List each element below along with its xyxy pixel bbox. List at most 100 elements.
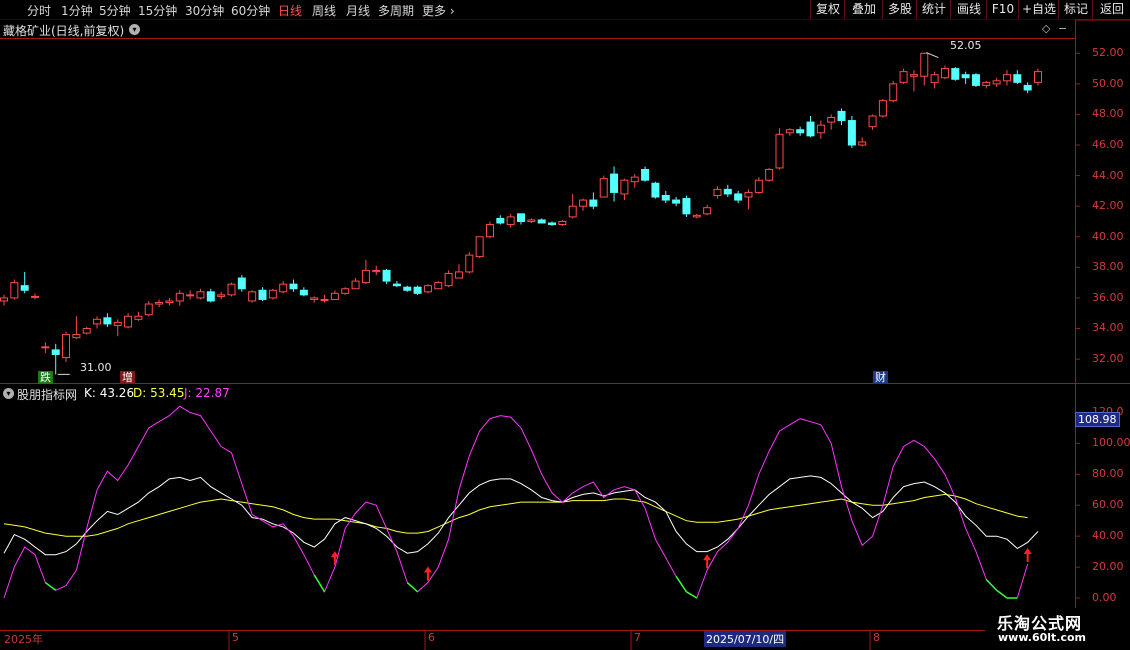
indicator-k-value: K: 43.26 (84, 386, 135, 400)
candle (1013, 70, 1022, 84)
indicator-current-value-box: 108.98 (1075, 412, 1120, 427)
marker-zeng[interactable]: 增 (120, 371, 135, 384)
candle (589, 192, 598, 210)
date-axis-label: 2025年 (4, 633, 43, 646)
candle (837, 108, 846, 126)
candle (475, 236, 484, 259)
pane-diamond-icon[interactable]: ◇ (1042, 22, 1050, 35)
candle (289, 279, 298, 292)
low-price-label: 31.00 (80, 361, 112, 374)
candle (548, 221, 557, 227)
candle (196, 288, 205, 300)
candle (10, 279, 19, 300)
candle (1023, 82, 1032, 94)
date-axis-label: 8 (873, 631, 880, 644)
candle (124, 313, 133, 329)
date-axis-label: 7 (634, 631, 641, 644)
stock-title-dropdown-icon[interactable]: ▾ (129, 24, 140, 35)
indicator-series (3, 405, 1039, 599)
candle (889, 80, 898, 103)
candle (558, 219, 567, 227)
candle (682, 195, 691, 217)
j-oversold-segment (44, 581, 57, 591)
indicator-j-value: J: 22.87 (184, 386, 230, 400)
candle (930, 71, 939, 89)
candle (878, 99, 887, 118)
candle (672, 197, 681, 207)
indicator-axis-label: 40.00 (1092, 529, 1124, 543)
candle (227, 282, 236, 297)
candle (537, 218, 546, 224)
marker-cai[interactable]: 财 (873, 371, 888, 384)
candle (506, 213, 515, 228)
candle (527, 218, 536, 223)
price-axis-label: 48.00 (1092, 107, 1124, 121)
chart-canvas[interactable] (0, 0, 1130, 650)
indicator-dropdown-icon[interactable]: ▾ (3, 388, 14, 399)
candle (754, 177, 763, 194)
indicator-axis-label: 20.00 (1092, 560, 1124, 574)
candle (517, 213, 525, 225)
price-axis-label: 38.00 (1092, 260, 1124, 274)
candle (62, 331, 71, 363)
candle (992, 77, 1001, 87)
candle (279, 281, 288, 294)
candle (444, 270, 453, 288)
date-axis-label: 6 (428, 631, 435, 644)
j-oversold-segment (313, 574, 326, 593)
j-oversold-segment (985, 578, 998, 591)
candle (620, 178, 629, 201)
candle (165, 297, 174, 306)
candle (827, 114, 836, 130)
candle (1002, 70, 1011, 86)
candle (630, 174, 639, 188)
candle (723, 184, 732, 198)
candle (403, 285, 412, 292)
indicator-axis-label: 100.00 (1092, 436, 1130, 450)
candle (258, 287, 267, 301)
pane-minimize-icon[interactable]: − (1058, 22, 1067, 35)
candle (971, 73, 980, 87)
candle (237, 274, 246, 292)
candle (310, 296, 319, 303)
price-axis-label: 40.00 (1092, 229, 1124, 243)
candle (217, 291, 226, 300)
candle (103, 313, 112, 327)
k-line (3, 475, 1039, 556)
candle (372, 265, 381, 275)
candle (920, 52, 929, 86)
marker-die[interactable]: 跌 (38, 371, 53, 384)
candle (775, 128, 784, 170)
price-axis-label: 52.00 (1092, 46, 1124, 60)
price-axis-label: 36.00 (1092, 290, 1124, 304)
date-axis-label: 5 (232, 631, 239, 644)
candle (320, 294, 329, 303)
candle (661, 190, 670, 204)
candle (703, 204, 712, 216)
candle (858, 137, 867, 147)
candle (568, 193, 577, 219)
candle (713, 186, 722, 199)
price-axis-label: 42.00 (1092, 199, 1124, 213)
j-oversold-segment (686, 591, 698, 599)
signal-arrows (330, 547, 1032, 581)
watermark: 乐淘公式网 www.60lt.com (985, 608, 1130, 650)
candle (796, 126, 805, 136)
candle (744, 189, 753, 210)
candle (248, 290, 257, 303)
indicator-d-value: D: 53.45 (133, 386, 185, 400)
candle (496, 215, 505, 225)
d-line (3, 493, 1028, 537)
candle (961, 71, 970, 84)
candle (134, 311, 143, 321)
cursor-date-label: 2025/07/10/四 (704, 631, 787, 647)
j-line (3, 405, 1029, 599)
candle (351, 278, 360, 290)
candle (765, 167, 774, 182)
candle (454, 264, 463, 279)
indicator-axis-label: 0.00 (1092, 591, 1117, 604)
candle (909, 70, 918, 92)
candle (41, 342, 50, 353)
candle (361, 259, 370, 285)
price-axis-label: 50.00 (1092, 76, 1124, 90)
